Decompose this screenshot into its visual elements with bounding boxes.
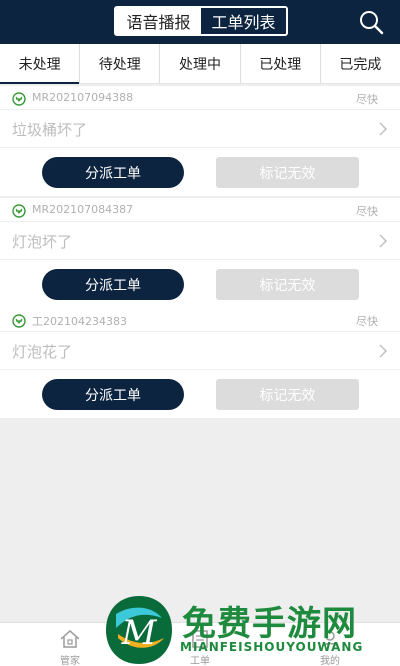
tab-unprocessed[interactable]: 未处理 [0,44,81,84]
order-card: 工202104234383 尽快 灯泡花了 分派工单 标记无效 [0,308,400,418]
order-title: 灯泡花了 [12,343,73,361]
dispatch-order-button[interactable]: 分派工单 [42,269,184,300]
order-priority: 尽快 [356,93,378,106]
nav-label-me: 我的 [320,656,340,666]
tab-in-progress[interactable]: 处理中 [160,44,241,83]
order-type-icon [12,204,26,218]
tab-processed[interactable]: 已处理 [241,44,321,83]
order-title-row[interactable]: 灯泡花了 [0,332,400,370]
order-id: 工202104234383 [32,315,127,328]
tab-completed[interactable]: 已完成 [321,44,400,83]
order-type-icon [12,314,26,328]
search-icon[interactable] [358,9,384,35]
chevron-right-icon [379,122,388,136]
watermark-logo-letter: M [121,613,158,653]
segment-control: 语音播报 工单列表 [114,6,288,36]
watermark-subtext: MIANFEISHOUYOUWANG [180,640,364,654]
order-id: MR202107084387 [32,203,134,216]
nav-label-home: 管家 [60,656,80,666]
mark-invalid-button[interactable]: 标记无效 [216,269,359,300]
order-title-row[interactable]: 灯泡坏了 [0,222,400,260]
order-priority: 尽快 [356,315,378,328]
watermark-logo: M [106,596,172,664]
tab-pending[interactable]: 待处理 [80,44,161,83]
order-card-header: MR202107094388 尽快 [0,86,400,110]
order-card-header: MR202107084387 尽快 [0,198,400,222]
order-type-icon [12,92,26,106]
mark-invalid-button[interactable]: 标记无效 [216,157,359,188]
order-card-header: 工202104234383 尽快 [0,308,400,332]
nav-item-home[interactable]: 管家 [40,627,100,666]
segment-order-list[interactable]: 工单列表 [201,8,286,34]
order-priority: 尽快 [356,205,378,218]
status-tabs: 未处理 待处理 处理中 已处理 已完成 [0,44,400,84]
dispatch-order-button[interactable]: 分派工单 [42,157,184,188]
dispatch-order-button[interactable]: 分派工单 [42,379,184,410]
watermark-text: 免费手游网 [182,604,357,644]
order-card: MR202107094388 尽快 垃圾桶坏了 分派工单 标记无效 [0,86,400,196]
chevron-right-icon [379,234,388,248]
order-title-row[interactable]: 垃圾桶坏了 [0,110,400,148]
mark-invalid-button[interactable]: 标记无效 [216,379,359,410]
chevron-right-icon [379,344,388,358]
order-title: 灯泡坏了 [12,233,73,251]
top-header: 语音播报 工单列表 [0,0,400,44]
home-icon [60,629,80,648]
order-title: 垃圾桶坏了 [12,121,88,139]
nav-label-tickets: 工单 [190,656,210,666]
segment-voice-broadcast[interactable]: 语音播报 [116,8,201,34]
order-id: MR202107094388 [32,91,134,104]
order-card: MR202107084387 尽快 灯泡坏了 分派工单 标记无效 [0,198,400,308]
